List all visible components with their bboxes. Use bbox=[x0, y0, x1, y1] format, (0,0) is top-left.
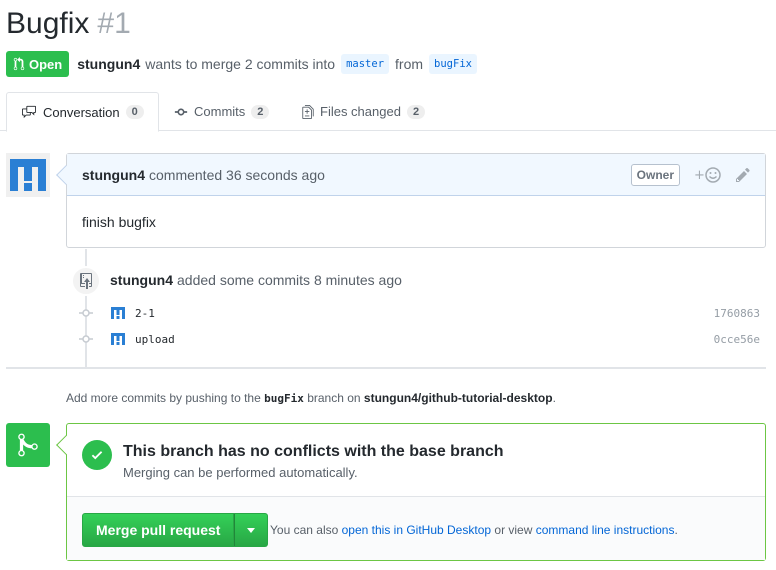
push-hint-branch: bugFix bbox=[264, 392, 304, 405]
comment-author[interactable]: stungun4 bbox=[82, 167, 145, 183]
git-merge-icon bbox=[6, 423, 50, 467]
tab-conversation-count: 0 bbox=[125, 105, 144, 119]
pr-tabs: Conversation 0 Commits 2 Files changed 2 bbox=[0, 92, 776, 132]
pr-title-text: Bugfix bbox=[6, 7, 90, 40]
tab-conversation[interactable]: Conversation 0 bbox=[6, 92, 159, 132]
merge-actions: Merge pull request You can also open thi… bbox=[67, 497, 765, 560]
event-description: added some commits 8 minutes ago bbox=[177, 272, 402, 288]
git-commit-icon bbox=[78, 305, 94, 321]
base-branch[interactable]: master bbox=[341, 54, 390, 74]
command-line-instructions-link[interactable]: command line instructions bbox=[536, 523, 675, 537]
triangle-down-icon bbox=[247, 527, 256, 533]
event-author[interactable]: stungun4 bbox=[110, 272, 173, 288]
alt-middle: or view bbox=[494, 523, 533, 537]
head-branch[interactable]: bugFix bbox=[429, 54, 477, 74]
commit-message[interactable]: upload bbox=[135, 333, 175, 346]
merge-heading: This branch has no conflicts with the ba… bbox=[123, 443, 504, 460]
edit-pencil-icon[interactable] bbox=[736, 167, 750, 183]
open-in-desktop-link[interactable]: open this in GitHub Desktop bbox=[342, 523, 491, 537]
state-badge: Open bbox=[6, 51, 70, 77]
commit-message[interactable]: 2-1 bbox=[135, 307, 155, 320]
comment-action: commented 36 seconds ago bbox=[149, 166, 325, 183]
comment-body: finish bugfix bbox=[82, 214, 156, 230]
pr-author-link[interactable]: stungun4 bbox=[77, 56, 140, 72]
push-hint: Add more commits by pushing to the bugFi… bbox=[66, 391, 556, 405]
pr-number: #1 bbox=[97, 7, 131, 40]
merge-button-group: Merge pull request bbox=[82, 513, 269, 547]
merge-method-dropdown-button[interactable] bbox=[234, 513, 269, 547]
commits-event-text: stungun4 added some commits 8 minutes ago bbox=[110, 272, 402, 288]
push-hint-suffix: . bbox=[552, 391, 556, 405]
tab-commits[interactable]: Commits 2 bbox=[174, 92, 270, 131]
commit-sha[interactable]: 1760863 bbox=[714, 307, 760, 320]
commit-author-avatar[interactable] bbox=[110, 305, 126, 321]
commits-event-badge bbox=[71, 266, 101, 296]
push-hint-middle: branch on bbox=[307, 391, 361, 405]
git-pull-request-icon bbox=[13, 57, 25, 71]
repo-push-icon bbox=[80, 273, 92, 289]
svg-text:+: + bbox=[694, 168, 705, 183]
comment-actions: Owner + bbox=[630, 163, 750, 186]
alt-prefix: You can also bbox=[270, 523, 339, 537]
pr-meta: Open stungun4 wants to merge 2 commits i… bbox=[6, 51, 483, 77]
comment-box: stungun4 commented 36 seconds ago Owner … bbox=[56, 153, 766, 248]
commit-row: 2-1 1760863 bbox=[78, 303, 760, 323]
commit-row: upload 0cce56e bbox=[78, 329, 760, 349]
merge-subtext: Merging can be performed automatically. bbox=[123, 465, 358, 480]
git-commit-icon bbox=[78, 331, 94, 347]
comment-header: stungun4 commented 36 seconds ago Owner … bbox=[67, 154, 765, 196]
push-hint-prefix: Add more commits by pushing to the bbox=[66, 391, 261, 405]
commit-author-avatar[interactable] bbox=[110, 331, 126, 347]
timeline-divider bbox=[6, 367, 766, 369]
tab-commits-label: Commits bbox=[194, 104, 246, 119]
merge-text: wants to merge 2 commits into bbox=[145, 56, 336, 72]
comment-discussion-icon bbox=[22, 105, 36, 119]
tab-commits-count: 2 bbox=[251, 104, 270, 119]
add-reaction-icon[interactable]: + bbox=[694, 166, 722, 184]
merge-box: This branch has no conflicts with the ba… bbox=[56, 423, 766, 561]
push-hint-repo: stungun4/github-tutorial-desktop bbox=[363, 391, 553, 405]
commit-sha[interactable]: 0cce56e bbox=[714, 333, 760, 346]
tab-files-changed[interactable]: Files changed 2 bbox=[302, 92, 426, 131]
check-icon bbox=[82, 440, 112, 470]
pr-summary: stungun4 wants to merge 2 commits into m… bbox=[77, 54, 483, 74]
from-text: from bbox=[395, 56, 424, 72]
git-commit-icon bbox=[174, 108, 188, 115]
alt-suffix: . bbox=[674, 523, 678, 537]
state-label: Open bbox=[29, 56, 63, 72]
file-diff-icon bbox=[302, 104, 314, 119]
merge-pull-request-button[interactable]: Merge pull request bbox=[82, 513, 235, 547]
tab-files-label: Files changed bbox=[320, 104, 401, 119]
merge-alternatives: You can also open this in GitHub Desktop… bbox=[270, 523, 678, 537]
owner-badge: Owner bbox=[630, 163, 680, 186]
merge-status: This branch has no conflicts with the ba… bbox=[67, 424, 765, 497]
pr-title: Bugfix #1 bbox=[6, 4, 131, 44]
tab-files-count: 2 bbox=[406, 104, 426, 119]
tab-conversation-label: Conversation bbox=[43, 104, 120, 120]
avatar[interactable] bbox=[6, 153, 50, 197]
